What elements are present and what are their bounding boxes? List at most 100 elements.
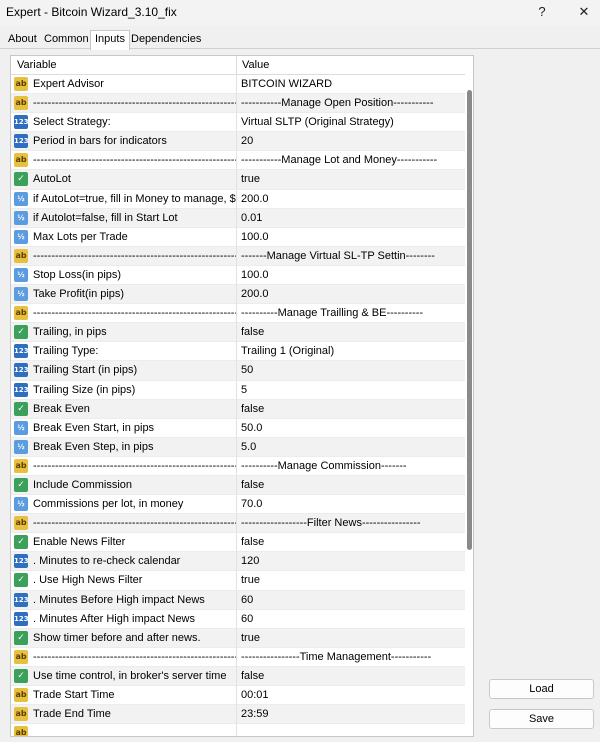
- value-cell[interactable]: 0.01: [241, 209, 463, 228]
- value-cell[interactable]: 23:59: [241, 705, 463, 724]
- vertical-scrollbar[interactable]: [466, 75, 473, 736]
- value-cell[interactable]: false: [241, 323, 463, 342]
- table-row[interactable]: 123 . Minutes to re-check calendar 120: [11, 552, 465, 572]
- load-button[interactable]: Load: [489, 679, 594, 699]
- save-button[interactable]: Save: [489, 709, 594, 729]
- variable-cell: ½ Stop Loss(in pips): [11, 265, 237, 285]
- table-row[interactable]: 123 Trailing Start (in pips) 50: [11, 361, 465, 381]
- value-cell[interactable]: false: [241, 400, 463, 419]
- table-row[interactable]: 123 Period in bars for indicators 20: [11, 132, 465, 152]
- value-cell[interactable]: 120: [241, 552, 463, 571]
- value-cell[interactable]: 50: [241, 361, 463, 380]
- value-cell[interactable]: ----------------Time Management---------…: [241, 648, 463, 667]
- column-header-value[interactable]: Value: [237, 56, 465, 75]
- table-row[interactable]: ✓ Show timer before and after news. true: [11, 628, 465, 648]
- table-row[interactable]: ab Trade Start Time 00:01: [11, 686, 465, 706]
- value-cell[interactable]: true: [241, 170, 463, 189]
- value-cell[interactable]: ----------Manage Commission-------: [241, 457, 463, 476]
- table-row[interactable]: ✓ . Use High News Filter true: [11, 571, 465, 591]
- boolean-type-icon: ✓: [14, 630, 28, 645]
- table-row[interactable]: ½ Break Even Step, in pips 5.0: [11, 437, 465, 457]
- close-button[interactable]: ✕: [566, 2, 600, 22]
- table-row[interactable]: ab: [11, 724, 465, 736]
- tab-about[interactable]: About: [4, 32, 41, 49]
- table-row[interactable]: ½ if AutoLot=true, fill in Money to manag…: [11, 189, 465, 209]
- value-cell[interactable]: 50.0: [241, 419, 463, 438]
- value-cell[interactable]: 70.0: [241, 495, 463, 514]
- tab-inputs[interactable]: Inputs: [90, 30, 130, 50]
- string-type-icon: ab: [14, 96, 28, 111]
- table-row[interactable]: ab Trade End Time 23:59: [11, 705, 465, 725]
- table-row[interactable]: ab --------------------------------------…: [11, 456, 465, 476]
- variable-cell: ab Expert Advisor: [11, 75, 237, 94]
- table-row[interactable]: ✓ AutoLot true: [11, 170, 465, 190]
- table-row[interactable]: ½ Commissions per lot, in money 70.0: [11, 495, 465, 515]
- value-cell[interactable]: false: [241, 667, 463, 686]
- table-row[interactable]: ✓ Break Even false: [11, 399, 465, 419]
- table-row[interactable]: ab --------------------------------------…: [11, 94, 465, 114]
- table-row[interactable]: 123 . Minutes Before High impact News 60: [11, 590, 465, 610]
- inputs-grid: Variable Value ab Expert Advisor BITCOIN W…: [10, 55, 474, 737]
- string-type-icon: ab: [14, 248, 28, 263]
- table-row[interactable]: ½ Stop Loss(in pips) 100.0: [11, 265, 465, 286]
- value-cell[interactable]: false: [241, 476, 463, 495]
- table-row[interactable]: ½ Take Profit(in pips) 200.0: [11, 285, 465, 305]
- table-row[interactable]: ab --------------------------------------…: [11, 246, 465, 266]
- value-cell[interactable]: 60: [241, 610, 463, 629]
- value-cell[interactable]: 100.0: [241, 266, 463, 285]
- value-cell[interactable]: ------------------Filter News-----------…: [241, 514, 463, 533]
- help-button[interactable]: ?: [524, 2, 560, 22]
- value-cell[interactable]: 200.0: [241, 285, 463, 304]
- variable-name: Trailing Type:: [33, 345, 99, 358]
- table-row[interactable]: 123 Trailing Type: Trailing 1 (Original): [11, 342, 465, 362]
- value-cell[interactable]: 5: [241, 381, 463, 400]
- table-row[interactable]: ✓ Trailing, in pips false: [11, 323, 465, 343]
- value-cell[interactable]: ----------Manage Trailling & BE---------…: [241, 304, 463, 323]
- tab-common[interactable]: Common: [40, 32, 93, 49]
- scrollbar-thumb[interactable]: [467, 90, 472, 550]
- variable-name: ----------------------------------------…: [33, 650, 236, 663]
- table-row[interactable]: ✓ Include Commission false: [11, 475, 465, 496]
- table-row[interactable]: ½ if Autolot=false, fill in Start Lot 0.01: [11, 208, 465, 228]
- value-cell[interactable]: 20: [241, 132, 463, 151]
- value-cell[interactable]: BITCOIN WIZARD: [241, 75, 463, 94]
- table-row[interactable]: 123 Trailing Size (in pips) 5: [11, 380, 465, 400]
- value-cell[interactable]: [241, 724, 463, 736]
- value-cell[interactable]: 200.0: [241, 190, 463, 209]
- tab-dependencies[interactable]: Dependencies: [127, 32, 205, 49]
- value-cell[interactable]: 60: [241, 591, 463, 610]
- value-cell[interactable]: 100.0: [241, 228, 463, 247]
- table-row[interactable]: 123 . Minutes After High impact News 60: [11, 609, 465, 629]
- value-cell[interactable]: true: [241, 629, 463, 648]
- value-cell[interactable]: Trailing 1 (Original): [241, 342, 463, 361]
- variable-name: Trailing, in pips: [33, 326, 107, 339]
- value-cell[interactable]: Virtual SLTP (Original Strategy): [241, 113, 463, 132]
- table-row[interactable]: ab Expert Advisor BITCOIN WIZARD: [11, 75, 465, 95]
- table-row[interactable]: ✓ Enable News Filter false: [11, 533, 465, 553]
- value-cell[interactable]: false: [241, 533, 463, 552]
- variable-cell: ✓ Enable News Filter: [11, 533, 237, 553]
- variable-name: Use time control, in broker's server tim…: [33, 669, 227, 682]
- variable-name: Break Even: [33, 402, 90, 415]
- table-row[interactable]: 123 Select Strategy: Virtual SLTP (Origina…: [11, 113, 465, 133]
- value-cell[interactable]: -----------Manage Open Position---------…: [241, 94, 463, 113]
- table-row[interactable]: ab --------------------------------------…: [11, 647, 465, 667]
- table-row[interactable]: ab --------------------------------------…: [11, 151, 465, 171]
- table-row[interactable]: ½ Break Even Start, in pips 50.0: [11, 418, 465, 438]
- value-cell[interactable]: -------Manage Virtual SL-TP Settin------…: [241, 247, 463, 266]
- value-cell[interactable]: true: [241, 571, 463, 590]
- value-cell[interactable]: 00:01: [241, 686, 463, 705]
- variable-cell: ab Trade Start Time: [11, 686, 237, 705]
- value-cell[interactable]: -----------Manage Lot and Money---------…: [241, 151, 463, 170]
- variable-cell: ✓ AutoLot: [11, 170, 237, 190]
- column-header-variable[interactable]: Variable: [11, 56, 237, 75]
- table-row[interactable]: ✓ Use time control, in broker's server ti…: [11, 666, 465, 686]
- variable-cell: ✓ Show timer before and after news.: [11, 628, 237, 648]
- integer-type-icon: 123: [14, 115, 29, 130]
- boolean-type-icon: ✓: [14, 401, 28, 416]
- table-row[interactable]: ½ Max Lots per Trade 100.0: [11, 227, 465, 247]
- table-row[interactable]: ab --------------------------------------…: [11, 514, 465, 534]
- value-cell[interactable]: 5.0: [241, 438, 463, 457]
- variable-cell: ab Trade End Time: [11, 705, 237, 725]
- table-row[interactable]: ab --------------------------------------…: [11, 304, 465, 324]
